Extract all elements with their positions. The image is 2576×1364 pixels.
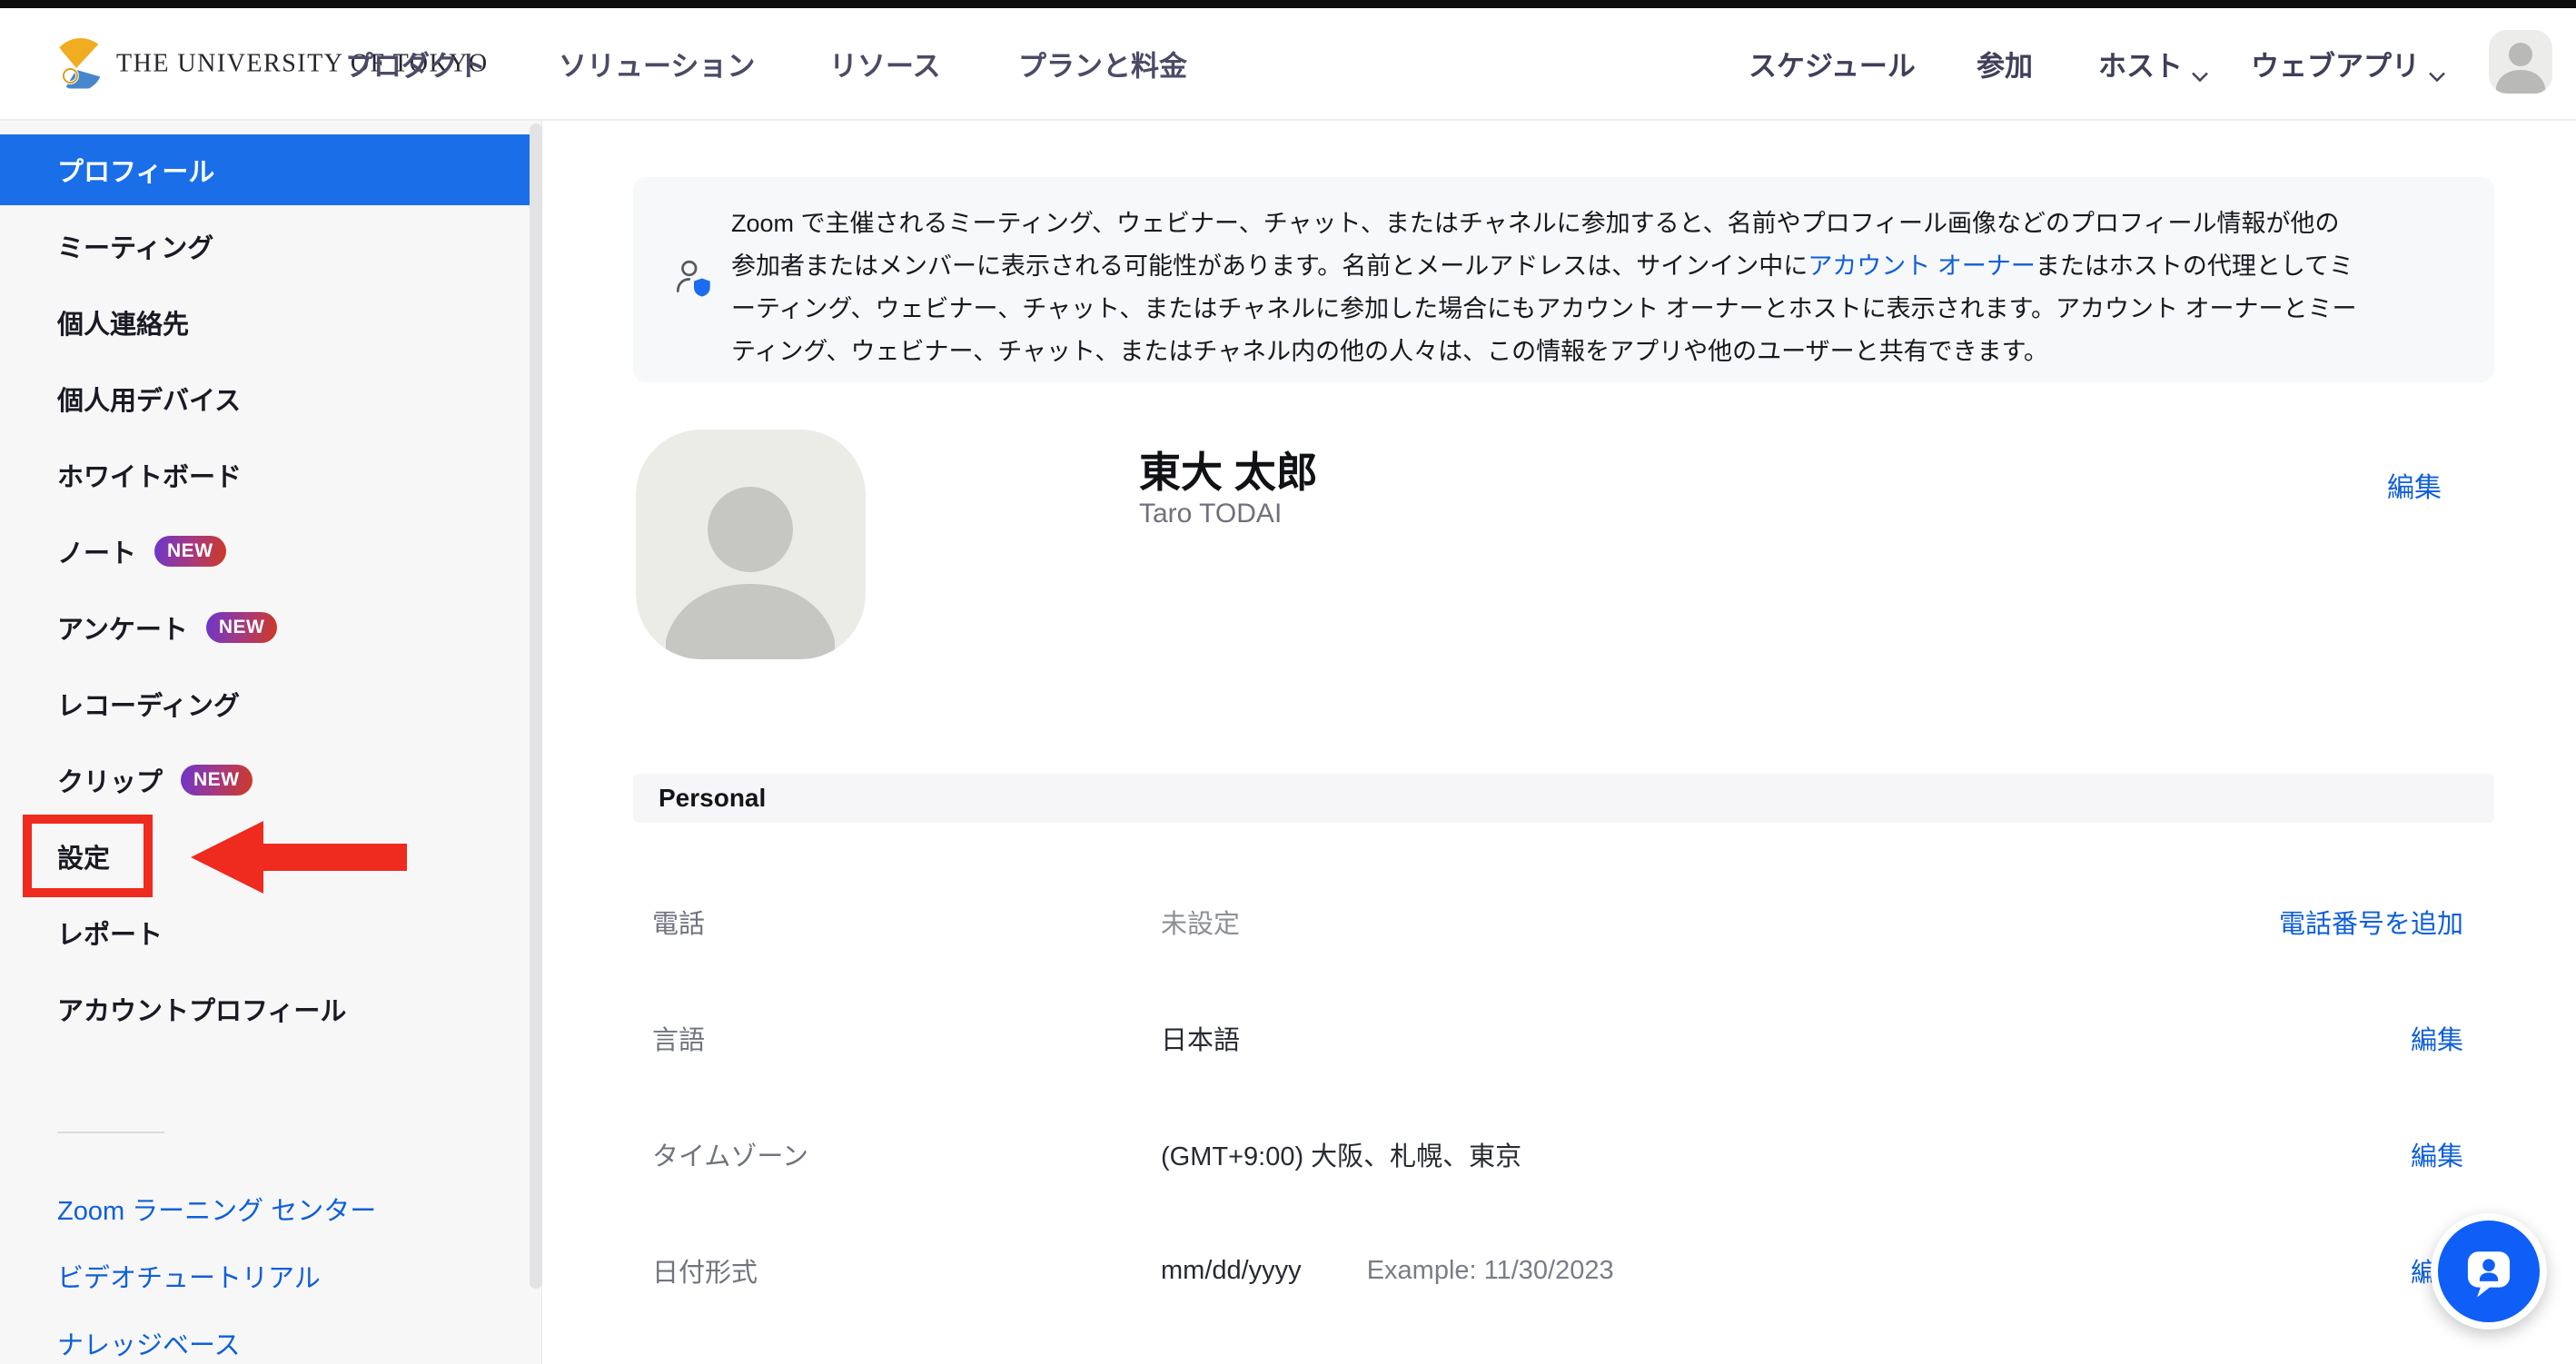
nav-schedule[interactable]: スケジュール	[1749, 44, 1916, 84]
chevron-down-icon	[2428, 57, 2446, 70]
nav-products[interactable]: プロダクト	[345, 44, 486, 84]
chat-person-icon	[2454, 1237, 2523, 1306]
phone-label: 電話	[652, 903, 1161, 941]
nav-host[interactable]: ホスト	[2098, 44, 2209, 84]
language-value: 日本語	[1161, 1019, 1240, 1057]
sidebar-item-label: レポート	[57, 914, 163, 952]
privacy-line-segment: またはホストの代理としてミ	[2036, 252, 2353, 280]
profile-romanized-name: Taro TODAI	[1139, 499, 1282, 529]
sidebar-link-video-tutorials[interactable]: ビデオチュートリアル	[57, 1257, 321, 1295]
phone-row: 電話 未設定 電話番号を追加	[652, 904, 2463, 940]
sidebar-item-label: プロフィール	[57, 151, 214, 189]
account-owner-link[interactable]: アカウント オーナー	[1808, 252, 2036, 280]
sidebar: プロフィール ミーティング 個人連絡先 個人用デバイス ホワイトボード ノート N…	[0, 121, 542, 1364]
nav-resources[interactable]: リソース	[829, 44, 940, 84]
new-badge: NEW	[206, 612, 278, 643]
privacy-notice-text: Zoom で主催されるミーティング、ウェビナー、チャット、またはチャネルに参加す…	[731, 203, 2356, 373]
utokyo-ginkgo-icon	[49, 35, 104, 94]
sidebar-item-clips[interactable]: クリップ NEW	[0, 745, 541, 815]
sidebar-nav: プロフィール ミーティング 個人連絡先 個人用デバイス ホワイトボード ノート N…	[0, 121, 541, 1044]
sidebar-item-personal-contacts[interactable]: 個人連絡先	[0, 287, 541, 358]
sidebar-scrollbar[interactable]	[530, 124, 542, 1289]
support-chat-button[interactable]	[2431, 1213, 2547, 1329]
sidebar-item-label: クリップ	[57, 761, 163, 799]
new-badge: NEW	[181, 765, 253, 796]
person-silhouette-icon	[636, 430, 866, 659]
person-silhouette-icon	[2489, 30, 2552, 94]
chevron-down-icon	[2191, 57, 2209, 70]
sidebar-item-whiteboard[interactable]: ホワイトボード	[0, 440, 541, 510]
sidebar-item-profile[interactable]: プロフィール	[0, 134, 531, 205]
date-format-example: Example: 11/30/2023	[1367, 1256, 1614, 1286]
site-header: THE UNIVERSITY OF TOKYO プロダクト ソリューション リソ…	[0, 8, 2576, 121]
sidebar-item-surveys[interactable]: アンケート NEW	[0, 592, 541, 663]
sidebar-item-label: ミーティング	[57, 227, 213, 265]
date-format-value: mm/dd/yyyy	[1161, 1256, 1302, 1286]
profile-display-name: 東大 太郎	[1139, 440, 1318, 499]
annotation-highlight-box	[23, 815, 153, 897]
new-badge: NEW	[154, 536, 226, 567]
timezone-label: タイムゾーン	[652, 1135, 1161, 1173]
personal-section-title: Personal	[659, 784, 766, 813]
personal-section-header: Personal	[633, 774, 2494, 823]
nav-web-app-label: ウェブアプリ	[2251, 44, 2420, 84]
timezone-value: (GMT+9:00) 大阪、札幌、東京	[1161, 1135, 1521, 1173]
privacy-line: ティング、ウェビナー、チャット、またはチャネル内の他の人々は、この情報をアプリや…	[731, 331, 2356, 373]
sidebar-item-label: ノート	[57, 532, 136, 570]
language-label: 言語	[652, 1019, 1161, 1057]
sidebar-item-label: アカウントプロフィール	[57, 990, 346, 1028]
nav-web-app[interactable]: ウェブアプリ	[2251, 44, 2446, 84]
privacy-line: 参加者またはメンバーに表示される可能性があります。名前とメールアドレスは、サイン…	[731, 245, 2356, 288]
window-top-strip	[0, 0, 2576, 8]
language-row: 言語 日本語 編集	[652, 1020, 2463, 1056]
nav-host-label: ホスト	[2098, 44, 2183, 84]
nav-solutions[interactable]: ソリューション	[559, 44, 755, 84]
sidebar-item-label: 個人用デバイス	[57, 380, 241, 418]
sidebar-item-recordings[interactable]: レコーディング	[0, 668, 541, 739]
nav-join[interactable]: 参加	[1977, 44, 2033, 84]
privacy-line: ーティング、ウェビナー、チャット、またはチャネルに参加した場合にもアカウント オ…	[731, 288, 2356, 331]
sidebar-item-notes[interactable]: ノート NEW	[0, 516, 541, 587]
language-edit-link[interactable]: 編集	[2411, 1019, 2463, 1057]
zoom-web-portal-profile-page: THE UNIVERSITY OF TOKYO プロダクト ソリューション リソ…	[0, 0, 2576, 1364]
annotation-arrow-icon	[191, 821, 263, 894]
sidebar-item-label: レコーディング	[57, 685, 240, 723]
sidebar-divider	[57, 1132, 164, 1133]
sidebar-item-label: 個人連絡先	[57, 303, 189, 341]
user-shield-icon	[671, 257, 717, 307]
privacy-line-segment: 参加者またはメンバーに表示される可能性があります。名前とメールアドレスは、サイン…	[731, 252, 1808, 280]
sidebar-item-personal-devices[interactable]: 個人用デバイス	[0, 363, 541, 434]
nav-plans-pricing[interactable]: プランと料金	[1018, 44, 1187, 84]
annotation-arrow-shaft	[262, 844, 407, 871]
profile-avatar[interactable]	[636, 430, 866, 659]
phone-value: 未設定	[1161, 903, 1240, 941]
sidebar-item-label: ホワイトボード	[57, 456, 242, 494]
privacy-line: Zoom で主催されるミーティング、ウェビナー、チャット、またはチャネルに参加す…	[731, 203, 2356, 245]
timezone-row: タイムゾーン (GMT+9:00) 大阪、札幌、東京 編集	[652, 1136, 2463, 1172]
timezone-edit-link[interactable]: 編集	[2411, 1135, 2463, 1173]
sidebar-item-reports[interactable]: レポート	[0, 897, 541, 968]
sidebar-item-meetings[interactable]: ミーティング	[0, 211, 541, 282]
sidebar-link-knowledge-base[interactable]: ナレッジベース	[57, 1324, 241, 1362]
sidebar-link-learning-center[interactable]: Zoom ラーニング センター	[57, 1190, 376, 1228]
date-format-row: 日付形式 mm/dd/yyyy Example: 11/30/2023 編集	[652, 1252, 2463, 1289]
sidebar-item-label: アンケート	[57, 608, 188, 647]
privacy-notice: Zoom で主催されるミーティング、ウェビナー、チャット、またはチャネルに参加す…	[633, 177, 2494, 382]
profile-edit-link[interactable]: 編集	[2387, 465, 2442, 505]
sidebar-item-account-profile[interactable]: アカウントプロフィール	[0, 974, 541, 1044]
add-phone-number-link[interactable]: 電話番号を追加	[2279, 903, 2463, 941]
date-format-label: 日付形式	[652, 1251, 1161, 1290]
account-avatar[interactable]	[2489, 30, 2552, 94]
